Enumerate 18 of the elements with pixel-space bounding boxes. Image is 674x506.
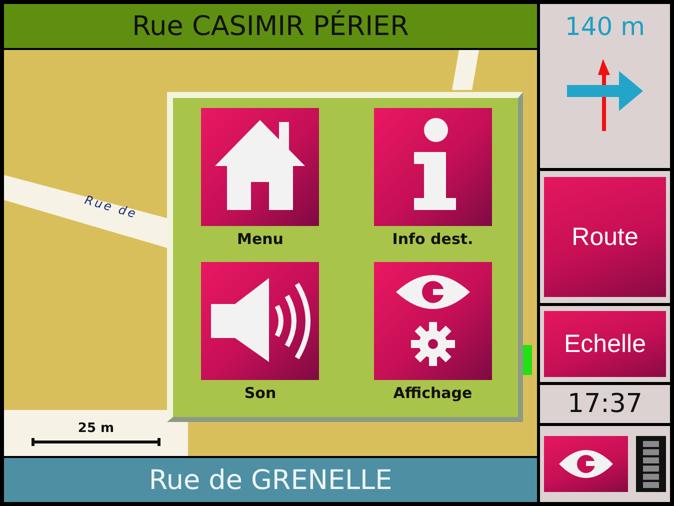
eye-icon [557, 449, 615, 479]
distance-label: 140 m [564, 12, 646, 41]
speaker-icon [211, 278, 311, 362]
road [452, 50, 479, 90]
scale-bar-icon [31, 438, 161, 446]
signal-meter-icon [636, 436, 666, 492]
next-street-bar: Rue de GRENELLE [4, 458, 537, 502]
map-street-label: Rue de [83, 192, 140, 222]
current-street-bar: Rue CASIMIR PÉRIER [4, 4, 537, 48]
house-icon [215, 120, 306, 210]
map-view[interactable]: Rue de 25 m Menu Info dest. Son Affichage [4, 50, 537, 456]
scale-button[interactable]: Echelle [544, 311, 666, 377]
scale-label: 25 m [78, 420, 114, 436]
clock-label: 17:37 [540, 385, 670, 423]
info-icon [414, 118, 456, 210]
eye-gear-icon [396, 274, 470, 366]
route-button[interactable]: Route [544, 177, 666, 297]
view-button[interactable] [544, 436, 628, 492]
